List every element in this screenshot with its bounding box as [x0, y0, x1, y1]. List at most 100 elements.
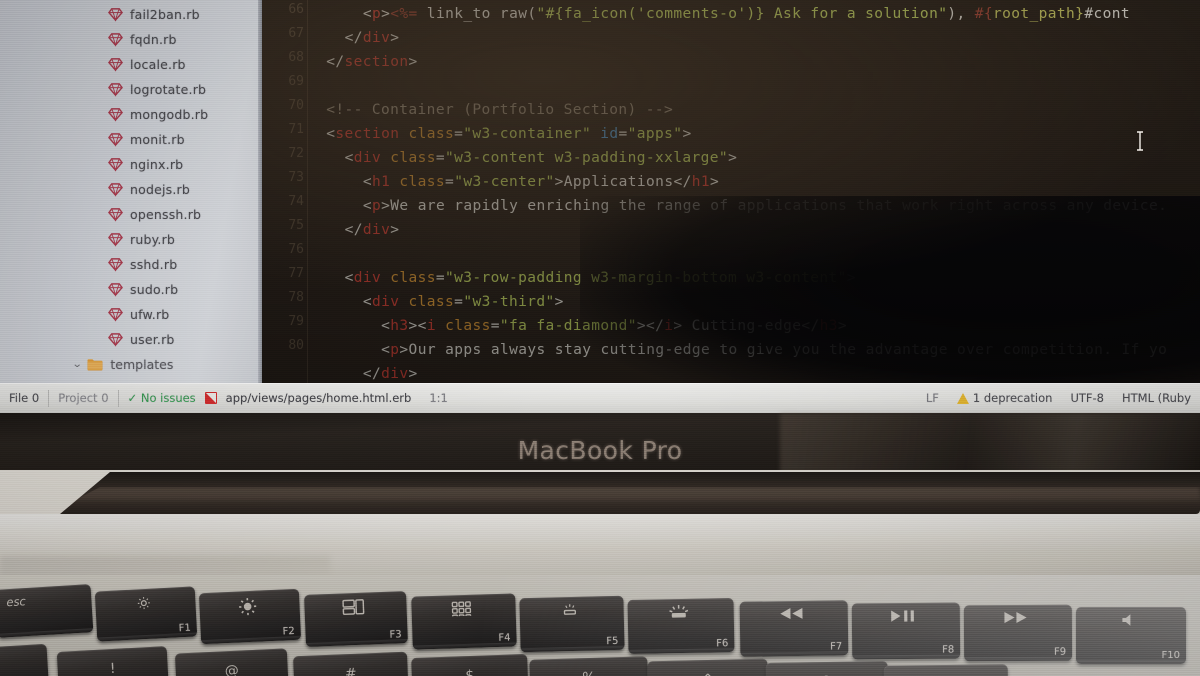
key-f3[interactable]: F3	[304, 591, 408, 647]
key-four[interactable]: $	[411, 653, 529, 676]
red-flag-icon[interactable]	[204, 392, 217, 404]
file-tree-item-openssh-rb[interactable]: openssh.rb	[0, 202, 262, 227]
key-five[interactable]: %	[529, 656, 649, 676]
status-no-issues[interactable]: ✓ No issues	[119, 391, 205, 405]
code-line: <p>We are rapidly enriching the range of…	[362, 198, 1168, 214]
key-six[interactable]: ^	[647, 658, 769, 676]
fast-forward-icon	[1003, 611, 1027, 629]
key-label: esc	[5, 594, 27, 610]
ruby-gem-icon	[108, 82, 123, 97]
file-tree-sidebar[interactable]: fail2ban.rb fqdn.rb locale.rb logrotate.rb m…	[0, 0, 262, 383]
file-tree-item-nodejs-rb[interactable]: nodejs.rb	[0, 177, 262, 202]
file-tree-item-sudo-rb[interactable]: sudo.rb	[0, 277, 262, 302]
key-label: F6	[716, 638, 729, 650]
chevron-down-icon[interactable]: ⌄	[72, 359, 83, 370]
file-tree-item-ruby-rb[interactable]: ruby.rb	[0, 227, 262, 252]
laptop-keyboard[interactable]: esc F1 F2 F3 F4 F5 F6 F7 F8 F9 F10! @ # $% ^ &*	[0, 575, 1200, 676]
code-line: <h3><i class="fa fa-diamond"></i> Cuttin…	[381, 318, 848, 334]
key-label: @	[224, 663, 240, 676]
line-number: 75	[288, 218, 304, 233]
key-f4[interactable]: F4	[411, 593, 517, 650]
ruby-gem-icon	[108, 257, 123, 272]
editor-status-bar[interactable]: File 0 Project 0 ✓ No issues app/views/p…	[0, 383, 1200, 413]
status-file-path[interactable]: app/views/pages/home.html.erb	[217, 391, 421, 405]
file-tree-item-label: nginx.rb	[130, 157, 184, 172]
key-label: #	[344, 665, 357, 676]
key-f8[interactable]: F8	[851, 602, 961, 660]
laptop-screen: fail2ban.rb fqdn.rb locale.rb logrotate.rb m…	[0, 0, 1200, 417]
ruby-gem-icon	[108, 132, 123, 147]
ruby-gem-icon	[108, 57, 123, 72]
key-label: F9	[1053, 646, 1067, 658]
key-label: F2	[282, 625, 295, 638]
key-f9[interactable]: F9	[963, 604, 1073, 662]
file-tree-item-label: user.rb	[130, 332, 175, 347]
code-line: </div>	[344, 222, 400, 238]
file-tree-item-nginx-rb[interactable]: nginx.rb	[0, 152, 262, 177]
key-f10[interactable]: F10	[1076, 607, 1186, 664]
key-one[interactable]: !	[56, 646, 170, 676]
key-label: $	[465, 667, 475, 676]
key-label: F5	[606, 635, 619, 648]
ruby-gem-icon	[108, 232, 123, 247]
key-two[interactable]: @	[174, 648, 290, 676]
key-f7[interactable]: F7	[739, 600, 849, 657]
status-deprecation[interactable]: 1 deprecation	[948, 391, 1062, 405]
code-line: <div class="w3-row-padding w3-margin-bot…	[344, 270, 856, 286]
line-number: 70	[288, 98, 304, 113]
code-editor-pane[interactable]: 66 67 68 69 70 71 72 73 74 75 76 77 78 79 80 <%= end %…	[262, 0, 1200, 383]
key-f6[interactable]: F6	[627, 597, 735, 655]
key-seven[interactable]: &	[765, 661, 889, 676]
line-number: 79	[288, 314, 304, 329]
ruby-gem-icon	[108, 307, 123, 322]
file-tree-item-label: nodejs.rb	[130, 182, 191, 197]
file-tree-folder-templates[interactable]: ⌄ templates	[0, 352, 262, 376]
status-encoding[interactable]: UTF-8	[1061, 391, 1113, 405]
file-tree-item-locale-rb[interactable]: locale.rb	[0, 52, 262, 77]
key-esc[interactable]: esc	[0, 584, 94, 638]
check-icon: ✓	[127, 391, 138, 405]
file-tree-item-logrotate-rb[interactable]: logrotate.rb	[0, 77, 262, 102]
line-number: 71	[288, 122, 304, 137]
code-line: <div class="w3-third">	[362, 294, 564, 310]
line-number: 77	[288, 266, 304, 281]
file-tree-item-label: logrotate.rb	[130, 82, 207, 97]
status-cursor-position[interactable]: 1:1	[420, 391, 457, 405]
launchpad-icon	[451, 601, 472, 622]
mute-icon	[1121, 613, 1137, 632]
code-line: <h1 class="w3-center">Applications</h1>	[362, 174, 720, 190]
status-file-count: File 0	[9, 391, 40, 405]
file-tree-item-fail2ban-rb[interactable]: fail2ban.rb	[0, 2, 262, 27]
line-number-gutter: 66 67 68 69 70 71 72 73 74 75 76 77 78 79 80	[262, 0, 308, 383]
rewind-icon	[779, 607, 803, 625]
key-label: %	[582, 670, 596, 676]
ruby-gem-icon	[108, 332, 123, 347]
file-tree-item-user-rb[interactable]: user.rb	[0, 327, 262, 352]
key-label: F4	[498, 632, 511, 644]
key-three[interactable]: #	[293, 651, 409, 676]
file-tree-item-sshd-rb[interactable]: sshd.rb	[0, 252, 262, 277]
file-tree-item-mongodb-rb[interactable]: mongodb.rb	[0, 102, 262, 127]
photo-of-laptop: fail2ban.rb fqdn.rb locale.rb logrotate.rb m…	[0, 0, 1200, 676]
mission-control-icon	[342, 599, 365, 621]
key-f2[interactable]: F2	[198, 588, 302, 645]
line-number: 78	[288, 290, 304, 305]
file-tree-item-fqdn-rb[interactable]: fqdn.rb	[0, 27, 262, 52]
key-f5[interactable]: F5	[519, 595, 625, 653]
key-label: ^	[702, 672, 714, 676]
code-line: <div class="w3-content w3-padding-xxlarg…	[344, 150, 738, 166]
key-tilde[interactable]	[0, 643, 50, 676]
status-language[interactable]: HTML (Ruby	[1113, 391, 1200, 405]
key-eight[interactable]: *	[883, 663, 1009, 676]
code-content[interactable]: <%= end %> <p><%= link_to raw("#{fa_icon…	[308, 0, 1200, 383]
file-tree-item-monit-rb[interactable]: monit.rb	[0, 127, 262, 152]
status-line-ending[interactable]: LF	[917, 391, 948, 405]
file-tree-item-label: mongodb.rb	[130, 107, 209, 122]
key-f1[interactable]: F1	[94, 586, 198, 642]
code-line: </div>	[344, 30, 400, 46]
status-project-count: Project 0	[58, 391, 109, 405]
ruby-gem-icon	[108, 32, 123, 47]
file-tree-item-ufw-rb[interactable]: ufw.rb	[0, 302, 262, 327]
ruby-gem-icon	[108, 282, 123, 297]
keyboard-backlight-down-icon	[561, 603, 579, 622]
